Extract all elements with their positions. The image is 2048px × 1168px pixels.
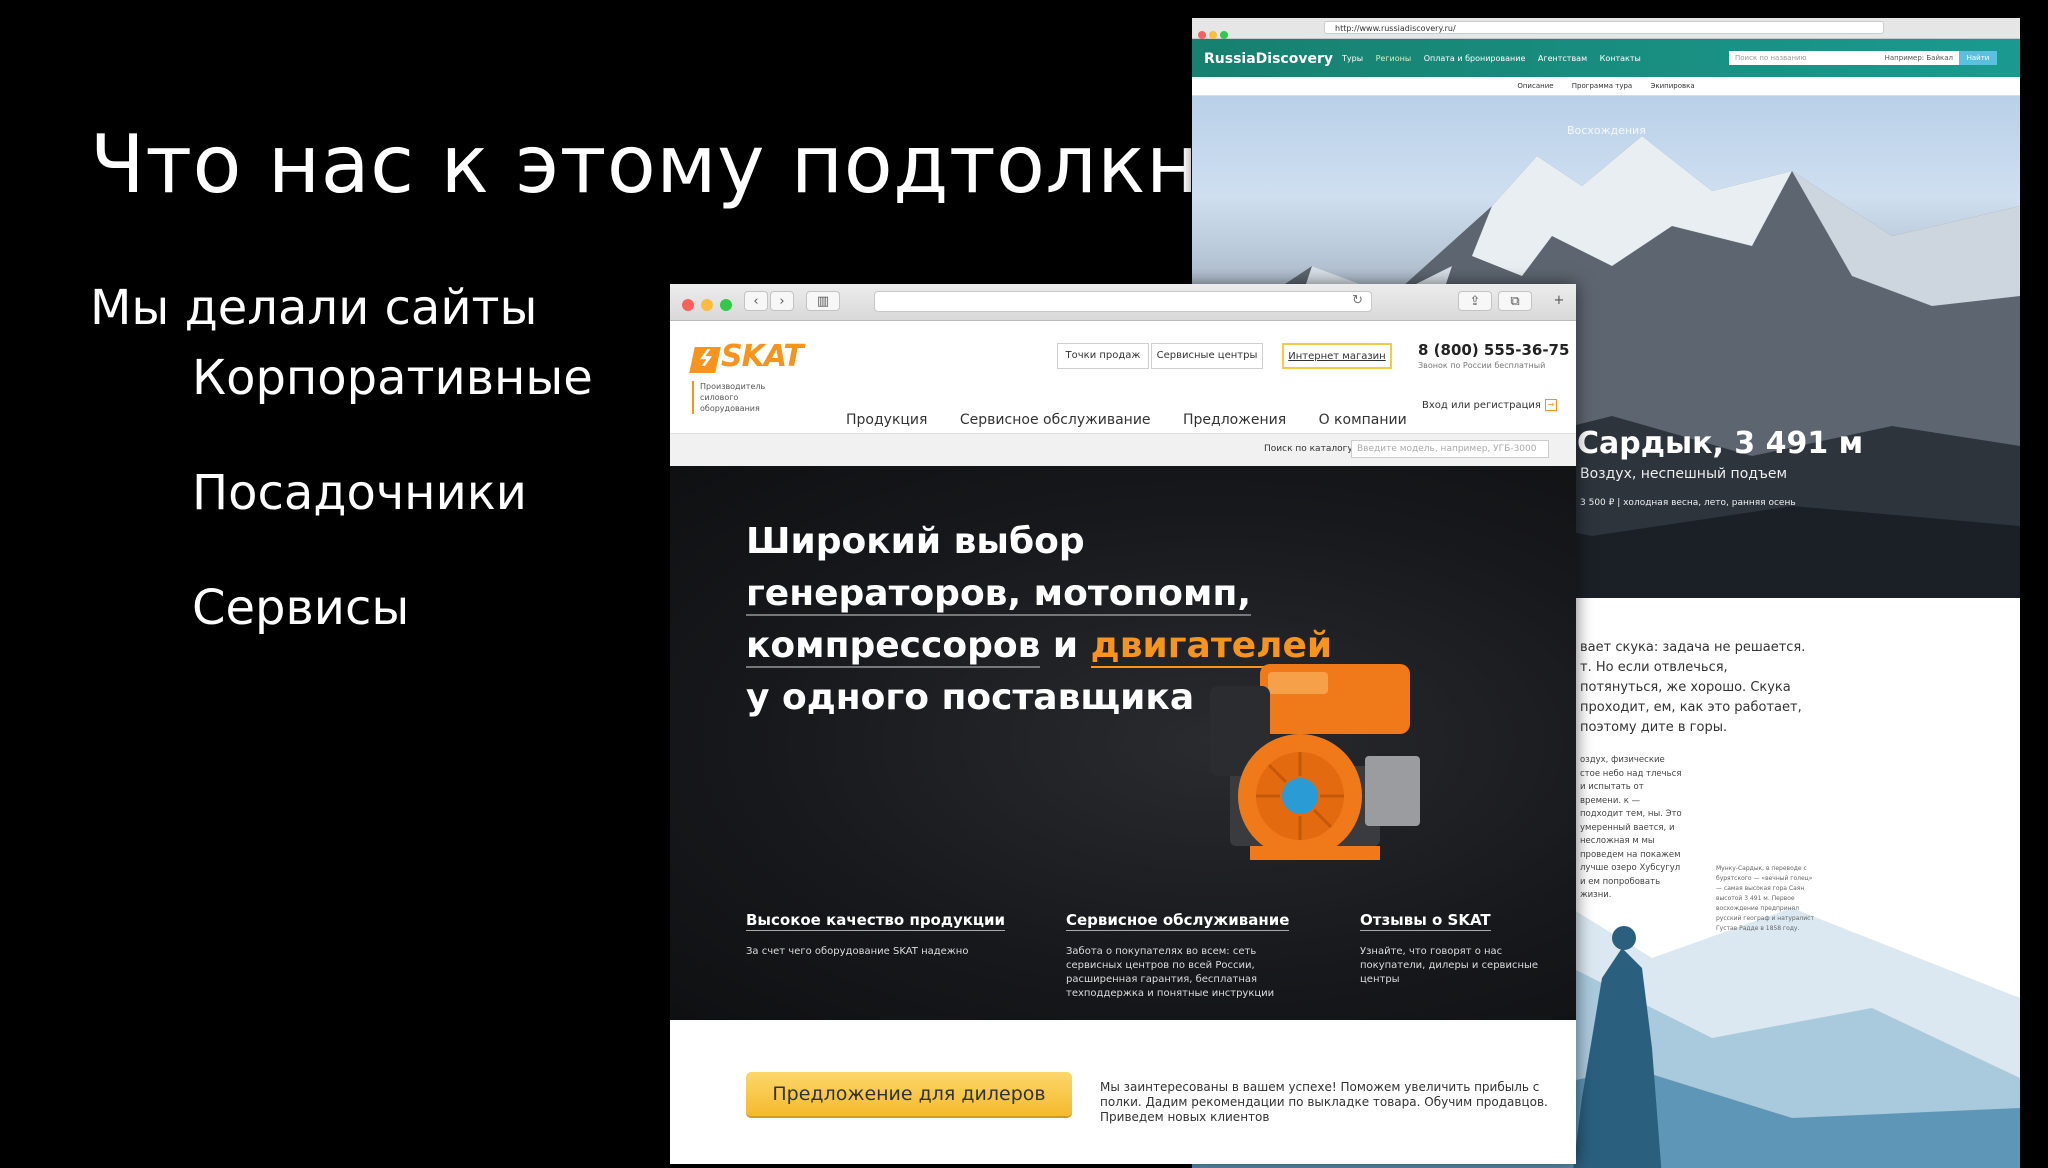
login-link[interactable]: Вход или регистрация → <box>1422 399 1557 411</box>
tabs-icon[interactable]: ⧉ <box>1498 291 1532 311</box>
window-controls <box>682 296 739 315</box>
menu-item-regions[interactable]: Регионы <box>1376 54 1412 63</box>
hero-banner: Широкий выбор генераторов, мотопомп, ком… <box>670 466 1576 1020</box>
address-bar[interactable]: ↻ <box>874 291 1372 312</box>
phone-note: Звонок по России бесплатный <box>1418 361 1546 370</box>
catalog-search-bar: Поиск по каталогу Введите модель, наприм… <box>670 433 1576 466</box>
engine-image <box>1210 664 1420 860</box>
menu-item-service[interactable]: Сервисное обслуживание <box>960 412 1151 428</box>
hero-subtitle: Воздух, неспешный подъем <box>1580 466 1788 482</box>
feature-service-title[interactable]: Сервисное обслуживание <box>1066 911 1290 931</box>
feature-quality-desc: За счет чего оборудование SKAT надежно <box>746 946 969 957</box>
hero-line-1: Широкий выбор <box>746 521 1085 562</box>
login-label: Вход или регистрация <box>1422 400 1541 411</box>
menu-item-offers[interactable]: Предложения <box>1183 412 1286 428</box>
online-shop-button[interactable]: Интернет магазин <box>1282 343 1392 369</box>
tour-description: вает скука: задача не решается. т. Но ес… <box>1580 640 1806 735</box>
site-header: ϟ SKAT Производитель силового оборудовани… <box>670 321 1576 433</box>
feature-service-desc: Забота о покупателях во всем: сеть серви… <box>1066 946 1275 999</box>
forward-arrow-icon[interactable]: › <box>770 291 794 311</box>
subnav-description[interactable]: Описание <box>1517 82 1553 90</box>
main-menu: Продукция Сервисное обслуживание Предлож… <box>846 412 1435 428</box>
feature-reviews[interactable]: Отзывы о SKAT Узнайте, что говорят о нас… <box>1360 910 1550 987</box>
catalog-search-input[interactable]: Введите модель, например, УГБ-3000 <box>1351 440 1549 458</box>
zoom-icon[interactable] <box>720 299 732 311</box>
new-tab-icon[interactable]: + <box>1548 291 1570 311</box>
bolt-icon: ϟ <box>689 347 721 373</box>
browser-toolbar: ‹ › ▥ ↻ ⇪ ⧉ + <box>670 284 1576 321</box>
phone-number[interactable]: 8 (800) 555-36-75 <box>1418 341 1569 359</box>
feature-quality-title[interactable]: Высокое качество продукции <box>746 911 1006 931</box>
feature-reviews-title[interactable]: Отзывы о SKAT <box>1360 911 1491 931</box>
share-icon[interactable]: ⇪ <box>1458 291 1492 311</box>
slide-subtitle: Мы делали сайты <box>90 280 538 336</box>
slide-item-corporate: Корпоративные <box>192 350 593 406</box>
hero-link-compressors[interactable]: компрессоров <box>746 625 1041 668</box>
menu-item-about[interactable]: О компании <box>1319 412 1407 428</box>
points-of-sale-button[interactable]: Точки продаж <box>1057 343 1149 369</box>
catalog-search-label: Поиск по каталогу <box>1264 444 1353 454</box>
search-button[interactable]: Найти <box>1959 51 1997 65</box>
main-menu: Туры Регионы Оплата и бронирование Агент… <box>1342 54 1651 63</box>
tour-subnav: Описание Программа тура Экипировка <box>1192 77 2020 96</box>
hero-line-3-and: и <box>1040 625 1091 666</box>
skat-logo[interactable]: ϟ SKAT <box>689 339 804 374</box>
search-input[interactable]: Поиск по названию Например: Байкал <box>1729 51 1959 65</box>
hero-category: Восхождения <box>1567 124 1646 137</box>
minimize-icon[interactable] <box>1209 31 1217 39</box>
menu-item-agencies[interactable]: Агентствам <box>1538 54 1587 63</box>
menu-item-tours[interactable]: Туры <box>1342 54 1363 63</box>
search-placeholder: Поиск по названию <box>1735 54 1807 62</box>
minimize-icon[interactable] <box>701 299 713 311</box>
menu-item-contacts[interactable]: Контакты <box>1600 54 1641 63</box>
login-icon: → <box>1544 399 1557 411</box>
logo-tagline: Производитель силового оборудования <box>692 381 780 414</box>
reload-icon[interactable]: ↻ <box>1352 293 1363 308</box>
zoom-icon[interactable] <box>1220 31 1228 39</box>
hero-line-2[interactable]: генераторов, мотопомп, <box>746 573 1252 616</box>
side-note: Мунку-Сардык, в переводе с бурятского — … <box>1716 865 1814 932</box>
hero-title: Сардык, 3 491 м <box>1577 426 1864 461</box>
dealer-text: Мы заинтересованы в вашем успехе! Поможе… <box>1100 1080 1548 1124</box>
logo-text: SKAT <box>721 339 804 374</box>
slide-item-landings: Посадочники <box>192 465 527 521</box>
tour-details: оздух, физические стое небо над тлечься … <box>1580 755 1682 900</box>
browser-window-skat: ‹ › ▥ ↻ ⇪ ⧉ + ϟ SKAT Производитель силово… <box>670 284 1576 1164</box>
address-bar[interactable]: http://www.russiadiscovery.ru/ <box>1324 21 1884 34</box>
subnav-equipment[interactable]: Экипировка <box>1650 82 1694 90</box>
menu-item-products[interactable]: Продукция <box>846 412 927 428</box>
subnav-program[interactable]: Программа тура <box>1572 82 1632 90</box>
site-header: RussiaDiscovery Туры Регионы Оплата и бр… <box>1192 39 2020 77</box>
feature-reviews-desc: Узнайте, что говорят о нас покупатели, д… <box>1360 946 1539 985</box>
sidebar-icon[interactable]: ▥ <box>806 291 840 311</box>
slide-item-services: Сервисы <box>192 580 410 636</box>
slide-title: Что нас к этому подтолкнуло <box>90 118 1348 211</box>
search-hint: Например: Байкал <box>1884 54 1953 62</box>
back-arrow-icon[interactable]: ‹ <box>744 291 768 311</box>
feature-service[interactable]: Сервисное обслуживание Забота о покупате… <box>1066 910 1306 1001</box>
browser-toolbar: http://www.russiadiscovery.ru/ <box>1192 18 2020 39</box>
feature-quality[interactable]: Высокое качество продукции За счет чего … <box>746 910 1006 959</box>
service-centers-button[interactable]: Сервисные центры <box>1151 343 1263 369</box>
dealer-offer-button[interactable]: Предложение для дилеров <box>746 1072 1072 1116</box>
site-logo[interactable]: RussiaDiscovery <box>1204 51 1333 67</box>
dealer-section: Предложение для дилеров Мы заинтересован… <box>670 1020 1576 1140</box>
hero-meta: 3 500 ₽ | холодная весна, лето, ранняя о… <box>1580 498 1796 508</box>
close-icon[interactable] <box>682 299 694 311</box>
menu-item-payment[interactable]: Оплата и бронирование <box>1424 54 1526 63</box>
close-icon[interactable] <box>1198 31 1206 39</box>
